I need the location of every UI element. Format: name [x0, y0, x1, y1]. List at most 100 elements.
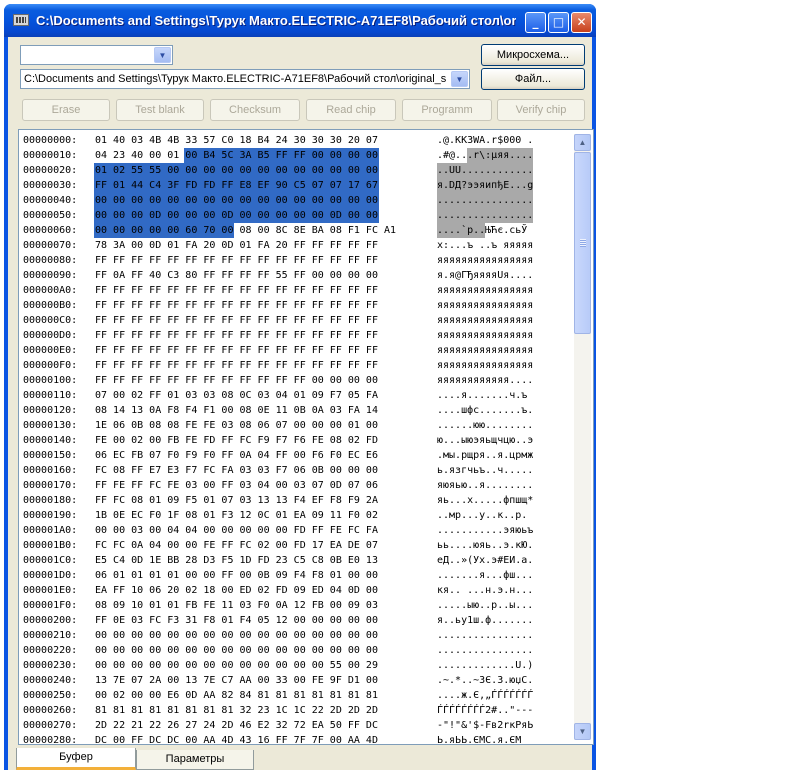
program-button[interactable]: Programm: [402, 99, 492, 121]
device-select[interactable]: ▼: [20, 45, 173, 65]
scroll-up-icon[interactable]: ▲: [574, 134, 591, 151]
row-ascii: яюяью..я........: [437, 480, 534, 491]
verify-chip-button[interactable]: Verify chip: [497, 99, 585, 121]
checksum-button[interactable]: Checksum: [210, 99, 300, 121]
row-hex-bytes: 00 00 03 00 04 04 00 00 00 00 00 FD FF F…: [95, 525, 378, 536]
minimize-button[interactable]: _: [525, 12, 546, 33]
row-address: 000001C0:: [23, 555, 78, 566]
row-hex-bytes: FF 0E 03 FC F3 31 F8 01 F4 05 12 00 00 0…: [95, 615, 378, 626]
row-ascii: яяяяяяяяяяяяяяяя: [437, 300, 534, 311]
row-address: 00000100:: [23, 375, 78, 386]
row-address: 00000020:: [23, 165, 78, 176]
row-hex-bytes: E5 C4 0D 1E BB 28 D3 F5 1D FD 23 C5 C8 0…: [95, 555, 378, 566]
chevron-down-icon[interactable]: ▼: [154, 47, 171, 63]
row-hex-bytes: FF FF FF FF FF FF FF FF FF FF FF FF 00 0…: [95, 375, 378, 386]
row-address: 000000A0:: [23, 285, 78, 296]
row-ascii: ЃЃЃЃЃЃЃЃ2#.."---: [437, 705, 534, 716]
read-chip-button[interactable]: Read chip: [306, 99, 396, 121]
row-ascii: ь.язгчьъ..ч.....: [437, 465, 534, 476]
close-button[interactable]: ✕: [571, 12, 592, 33]
row-ascii: x:...ъ ..ъ яяяяя: [437, 240, 534, 251]
row-hex-bytes: EA FF 10 06 20 02 18 00 ED 02 FD 09 ED 0…: [95, 585, 378, 596]
row-ascii: ................: [437, 645, 534, 656]
row-address: 00000030:: [23, 180, 78, 191]
row-address: 000001D0:: [23, 570, 78, 581]
row-ascii: яяяяяяяяяяяяяяяя: [437, 315, 534, 326]
row-address: 00000150:: [23, 450, 78, 461]
vertical-scrollbar[interactable]: ▲ ▼: [574, 134, 591, 740]
row-address: 00000170:: [23, 480, 78, 491]
row-address: 00000000:: [23, 135, 78, 146]
row-ascii: .@.KK3WA.r$000 .: [437, 135, 534, 146]
row-hex-bytes: 81 81 81 81 81 81 81 81 32 23 1C 1C 22 2…: [95, 705, 378, 716]
maximize-button[interactable]: □: [548, 12, 569, 33]
client-area: ▼ C:\Documents and Settings\Турук Макто.…: [8, 37, 594, 770]
scroll-down-icon[interactable]: ▼: [574, 723, 591, 740]
row-ascii: ..мр...у..к..р.: [437, 510, 528, 521]
row-hex-bytes: 78 3A 00 0D 01 FA 20 0D 01 FA 20 FF FF F…: [95, 240, 378, 251]
row-address: 00000060:: [23, 225, 78, 236]
chevron-down-icon[interactable]: ▼: [451, 71, 468, 87]
window-title: C:\Documents and Settings\Турук Макто.EL…: [36, 13, 516, 28]
row-ascii: ...........эяюьъ: [437, 525, 534, 536]
tab-parameters[interactable]: Параметры: [136, 750, 254, 770]
row-ascii: ................: [437, 630, 534, 641]
hex-editor[interactable]: 00000000: 01 40 03 4B 4B 33 57 C0 18 B4 2…: [18, 129, 594, 745]
row-address: 00000190:: [23, 510, 78, 521]
row-ascii: яяяяяяяяяяяяяяяя: [437, 255, 534, 266]
row-hex-bytes: 00 00 00 00 00 60 70 00 08 00 8C 8E BA 0…: [95, 225, 397, 236]
row-hex-bytes: FF FE FF FC FE 03 00 FF 03 04 00 03 07 0…: [95, 480, 378, 491]
row-hex-bytes: 2D 22 21 22 26 27 24 2D 46 E2 32 72 EA 5…: [95, 720, 378, 731]
test-blank-button[interactable]: Test blank: [116, 99, 204, 121]
row-hex-bytes: 04 23 40 00 01 00 B4 5C 3A B5 FF FF 00 0…: [95, 150, 378, 161]
row-hex-bytes: 06 EC FB 07 F0 F9 F0 FF 0A 04 FF 00 F6 F…: [95, 450, 378, 461]
row-ascii: яяяяяяяяяяяяяяяя: [437, 360, 534, 371]
row-ascii: ..UU............: [437, 165, 534, 176]
row-hex-bytes: 1B 0E EC F0 1F 08 01 F3 12 0C 01 EA 09 1…: [95, 510, 378, 521]
row-address: 00000160:: [23, 465, 78, 476]
main-window: C:\Documents and Settings\Турук Макто.EL…: [4, 4, 596, 770]
row-address: 00000120:: [23, 405, 78, 416]
row-address: 00000180:: [23, 495, 78, 506]
row-address: 00000250:: [23, 690, 78, 701]
row-ascii: кя.. ...н.э.н...: [437, 585, 534, 596]
row-address: 00000270:: [23, 720, 78, 731]
row-hex-bytes: 00 00 00 00 00 00 00 00 00 00 00 00 00 0…: [95, 645, 378, 656]
row-address: 00000200:: [23, 615, 78, 626]
file-path-select[interactable]: C:\Documents and Settings\Турук Макто.EL…: [20, 69, 470, 89]
row-hex-bytes: FC FC 0A 04 00 00 FE FF FC 02 00 FD 17 E…: [95, 540, 378, 551]
row-address: 00000280:: [23, 735, 78, 745]
row-address: 00000130:: [23, 420, 78, 431]
row-address: 000001E0:: [23, 585, 78, 596]
tab-buffer[interactable]: Буфер: [16, 748, 136, 770]
scrollbar-thumb[interactable]: [574, 152, 591, 334]
erase-button[interactable]: Erase: [22, 99, 110, 121]
row-hex-bytes: FF 0A FF 40 C3 80 FF FF FF FF 55 FF 00 0…: [95, 270, 378, 281]
row-ascii: Ь.яЬЬ.ЄMC.я.ЄМ: [437, 735, 522, 745]
row-ascii: еД..»(Ух.э#ЕИ.а.: [437, 555, 534, 566]
row-hex-bytes: 08 09 10 01 01 FB FE 11 03 F0 0A 12 FB 0…: [95, 600, 378, 611]
row-address: 000000B0:: [23, 300, 78, 311]
row-hex-bytes: FC 08 FF E7 E3 F7 FC FA 03 03 F7 06 0B 0…: [95, 465, 378, 476]
row-hex-bytes: 07 00 02 FF 01 03 03 08 0C 03 04 01 09 F…: [95, 390, 378, 401]
row-address: 00000040:: [23, 195, 78, 206]
row-address: 000000F0:: [23, 360, 78, 371]
row-hex-bytes: DC 00 FF DC DC 00 AA 4D 43 16 FF 7F 7F 0…: [95, 735, 378, 745]
grip-icon: [580, 239, 586, 247]
row-address: 00000050:: [23, 210, 78, 221]
row-address: 00000220:: [23, 645, 78, 656]
row-address: 00000260:: [23, 705, 78, 716]
chip-icon: [13, 14, 29, 26]
file-button[interactable]: Файл...: [481, 68, 585, 90]
row-ascii: яяяяяяяяяяяяяяяя: [437, 285, 534, 296]
title-bar[interactable]: C:\Documents and Settings\Турук Макто.EL…: [4, 4, 596, 37]
row-address: 000000C0:: [23, 315, 78, 326]
row-ascii: я..ьу1ш.ф.......: [437, 615, 534, 626]
row-ascii: яяяяяяяяяяяя....: [437, 375, 534, 386]
row-hex-bytes: FF FF FF FF FF FF FF FF FF FF FF FF FF F…: [95, 285, 378, 296]
row-ascii: ................: [437, 210, 534, 221]
row-ascii: яь...х.....фпшщ*: [437, 495, 534, 506]
chip-button[interactable]: Микросхема...: [481, 44, 585, 66]
row-hex-bytes: 01 02 55 55 00 00 00 00 00 00 00 00 00 0…: [95, 165, 378, 176]
row-ascii: ......юю........: [437, 420, 534, 431]
